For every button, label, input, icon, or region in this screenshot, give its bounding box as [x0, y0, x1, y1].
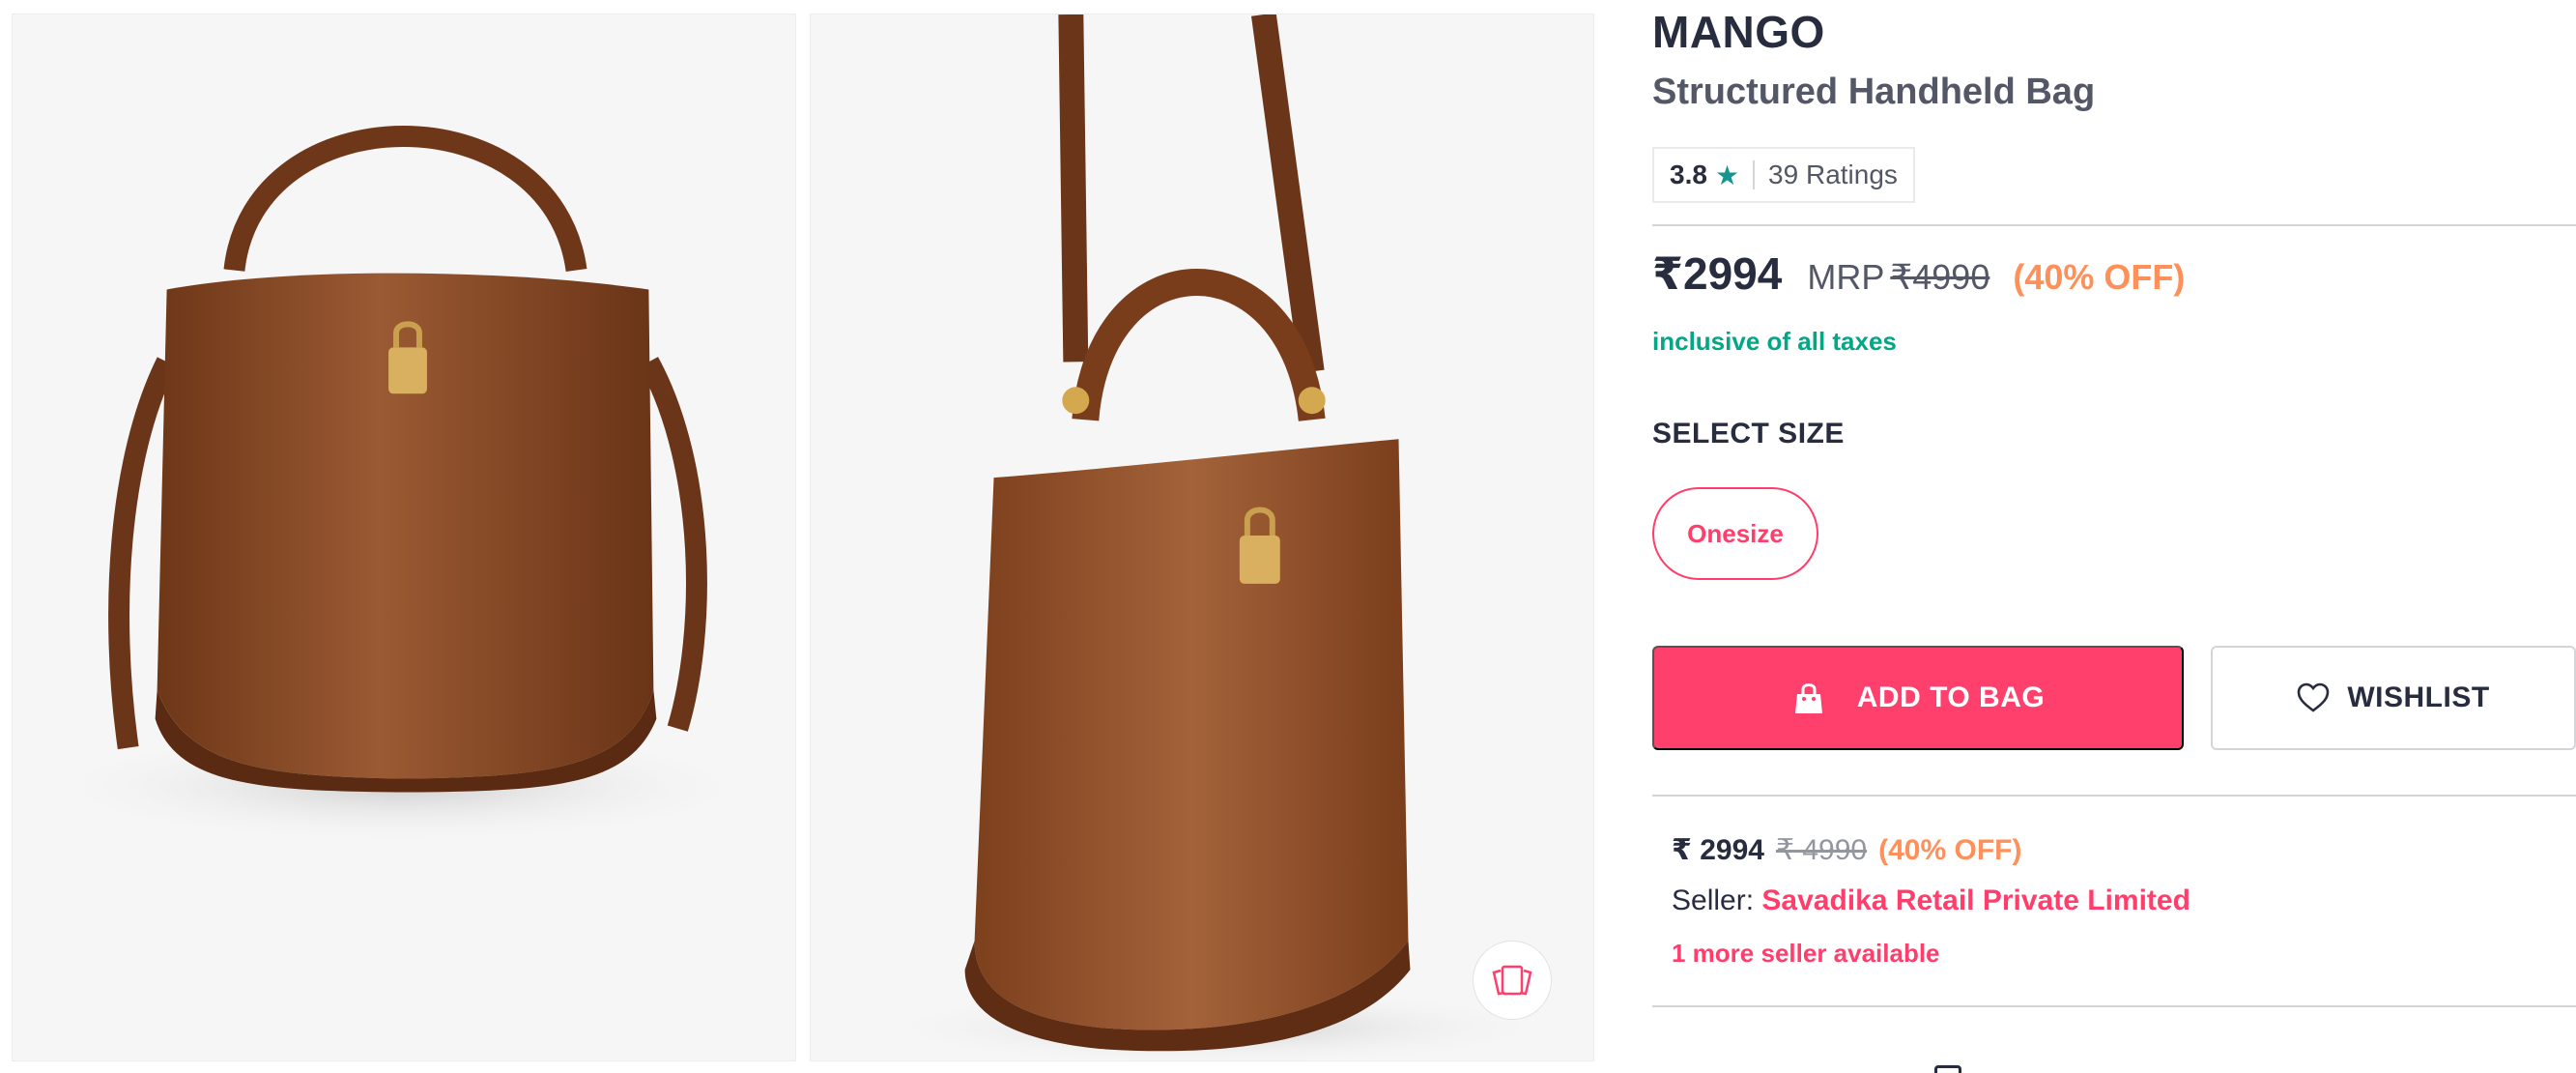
divider	[1652, 795, 2576, 797]
heart-icon	[2298, 682, 2330, 712]
mrp-label: MRP	[1807, 257, 1885, 297]
price-row: ₹2994 MRP ₹4990 (40% OFF)	[1652, 247, 2185, 300]
seller-name-link[interactable]: Savadika Retail Private Limited	[1761, 884, 2190, 916]
seller-mrp: ₹ 4990	[1775, 834, 1868, 866]
view-similar-button[interactable]	[1473, 941, 1552, 1020]
shopping-bag-icon	[1794, 683, 1822, 713]
tax-note: inclusive of all taxes	[1652, 327, 1897, 356]
bag-side-illustration	[868, 14, 1562, 1060]
product-title: Structured Handheld Bag	[1652, 72, 2096, 112]
selling-price: ₹2994	[1652, 248, 1783, 299]
add-to-bag-label: ADD TO BAG	[1856, 682, 2046, 713]
discount-label: (40% OFF)	[2013, 257, 2186, 297]
view-similar-icon	[1492, 965, 1532, 996]
product-info-panel: MANGO Structured Handheld Bag 3.8 ★ 39 R…	[1652, 0, 2576, 1073]
wishlist-label: WISHLIST	[2347, 682, 2490, 713]
rating-separator	[1753, 160, 1756, 189]
more-sellers-link[interactable]: 1 more seller available	[1672, 939, 2561, 969]
seller-discount: (40% OFF)	[1878, 834, 2022, 866]
product-image-front[interactable]	[12, 14, 796, 1061]
rating-badge[interactable]: 3.8 ★ 39 Ratings	[1652, 147, 1915, 203]
rating-value: 3.8	[1670, 160, 1707, 189]
add-to-bag-button[interactable]: ADD TO BAG	[1652, 646, 2184, 750]
seller-price: ₹ 2994	[1672, 834, 1764, 866]
select-size-heading: SELECT SIZE	[1652, 418, 1845, 450]
seller-label: Seller:	[1672, 884, 1755, 916]
seller-row: Seller: Savadika Retail Private Limited	[1672, 884, 2561, 917]
divider	[1652, 224, 2576, 226]
rating-count: 39 Ratings	[1768, 160, 1898, 189]
wishlist-button[interactable]: WISHLIST	[2211, 646, 2576, 750]
brand-name[interactable]: MANGO	[1652, 6, 1825, 58]
product-image-side[interactable]	[810, 14, 1594, 1061]
bag-front-illustration	[33, 126, 767, 845]
size-option-onesize[interactable]: Onesize	[1652, 487, 1818, 580]
mrp-value: ₹4990	[1890, 257, 1990, 297]
seller-offer-box: ₹ 2994 ₹ 4990 (40% OFF) Seller: Savadika…	[1672, 833, 2561, 969]
star-icon: ★	[1714, 160, 1740, 190]
delivery-icon	[1934, 1065, 1961, 1073]
divider	[1652, 1005, 2576, 1007]
seller-price-row: ₹ 2994 ₹ 4990 (40% OFF)	[1672, 833, 2561, 867]
